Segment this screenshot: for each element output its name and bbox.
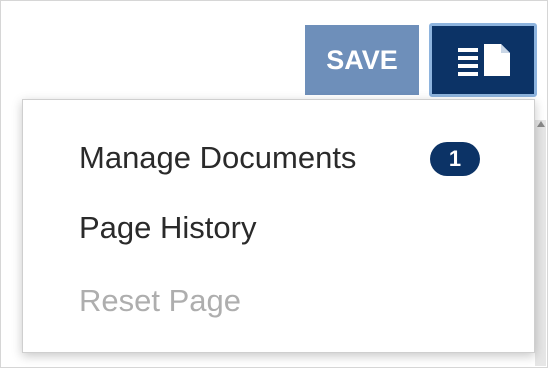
- scrollbar-track[interactable]: [535, 120, 546, 366]
- menu-item-reset-page: Reset Page: [79, 283, 241, 318]
- menu-item-manage-documents[interactable]: Manage Documents: [79, 140, 356, 176]
- documents-dropdown-menu: Manage Documents 1 Page History Reset Pa…: [22, 99, 535, 353]
- document-list-icon: [458, 44, 510, 76]
- menu-item-page-history[interactable]: Page History: [79, 210, 256, 246]
- documents-menu-button[interactable]: [429, 23, 537, 97]
- save-button[interactable]: SAVE: [305, 25, 419, 95]
- scroll-up-arrow-icon[interactable]: [537, 121, 545, 127]
- documents-count-badge: 1: [430, 142, 480, 176]
